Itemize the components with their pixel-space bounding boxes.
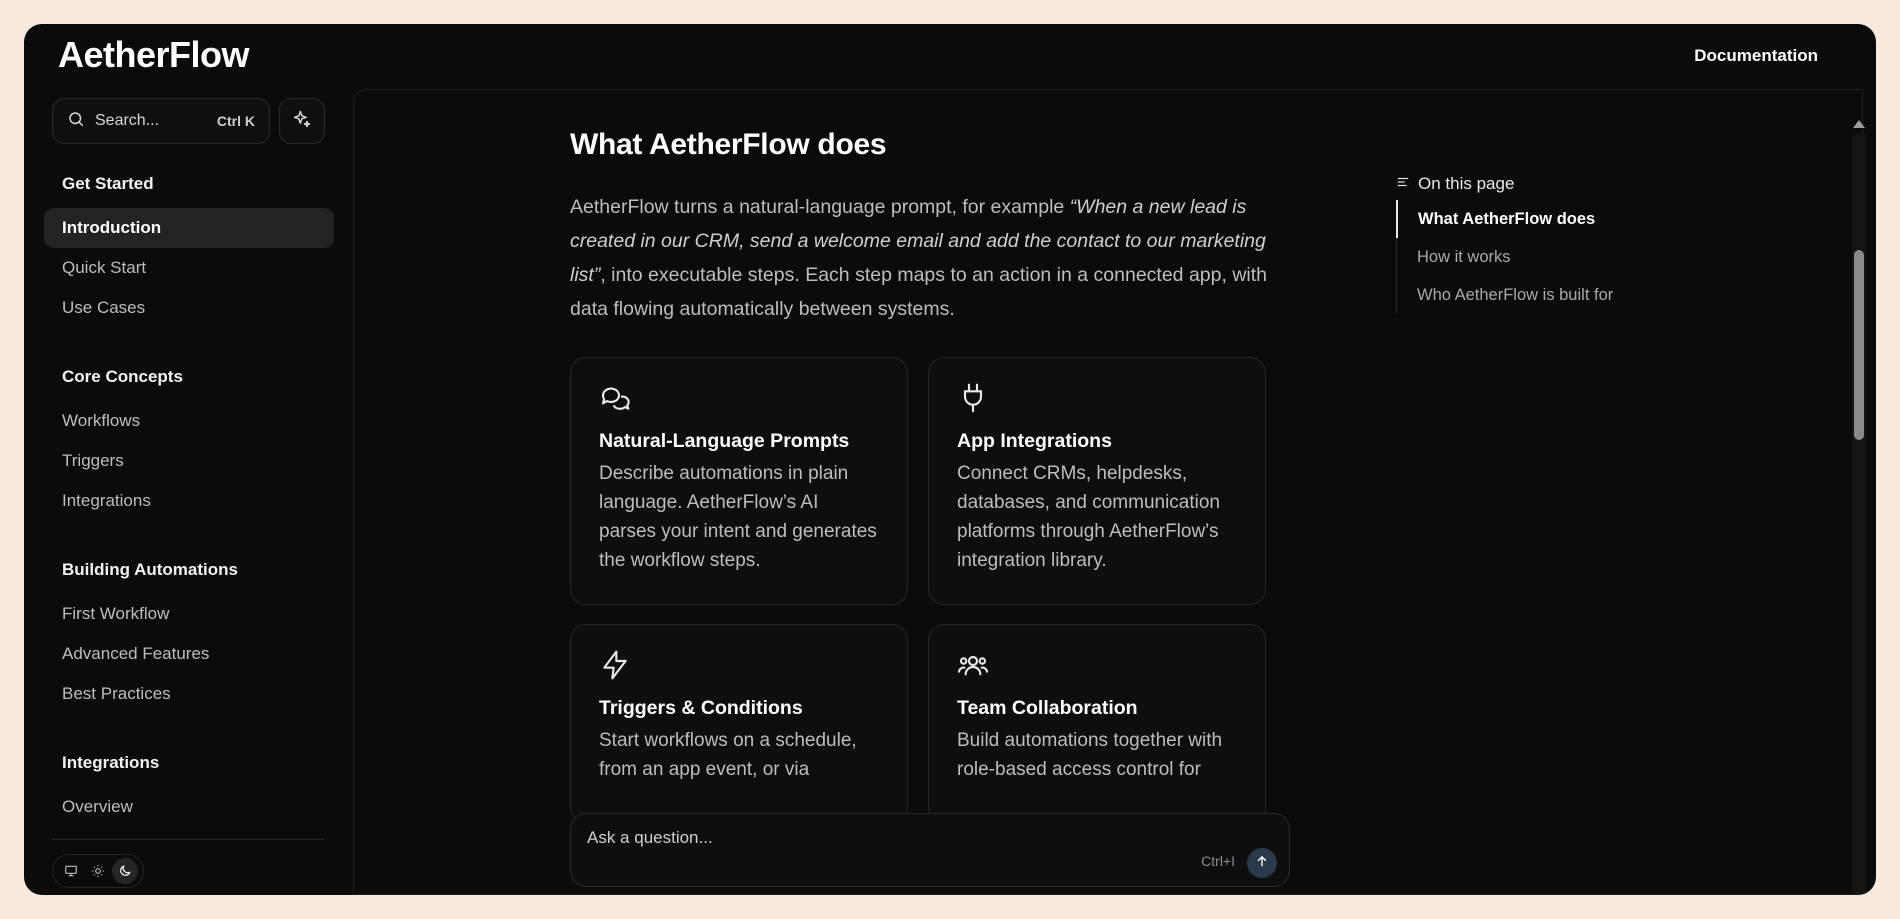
theme-toggle — [52, 854, 144, 888]
ai-assistant-button[interactable] — [279, 98, 325, 144]
intro-text-end: , into executable steps. Each step maps … — [570, 264, 1267, 320]
nav-heading-core-concepts: Core Concepts — [62, 367, 183, 386]
toc-heading-label: On this page — [1418, 174, 1515, 193]
moon-icon[interactable] — [112, 858, 139, 884]
intro-paragraph: AetherFlow turns a natural-language prom… — [570, 190, 1290, 326]
intro-text: AetherFlow turns a natural-language prom… — [570, 196, 1070, 218]
sparkle-icon — [292, 109, 312, 134]
nav-heading-building-automations: Building Automations — [62, 560, 238, 579]
card-description: Describe automations in plain language. … — [599, 463, 877, 571]
card-description: Start workflows on a schedule, from an a… — [599, 730, 857, 780]
sun-icon[interactable] — [85, 858, 111, 884]
toc-heading: On this page — [1396, 174, 1613, 194]
logo[interactable]: AetherFlow — [58, 34, 250, 76]
search-label: Search... — [95, 112, 160, 129]
feature-card-integrations: App Integrations Connect CRMs, helpdesks… — [928, 357, 1266, 605]
send-button[interactable] — [1247, 848, 1277, 878]
arrow-up-icon — [1255, 854, 1269, 873]
card-description: Build automations together with role-bas… — [957, 730, 1223, 780]
scrollbar-track[interactable] — [1852, 134, 1866, 894]
toc-item-how-it-works[interactable]: How it works — [1397, 238, 1613, 276]
sidebar-divider — [52, 839, 324, 840]
app-window: AetherFlow Documentation Search... Ctrl … — [24, 24, 1876, 895]
list-icon — [1396, 174, 1410, 194]
card-title: Team Collaboration — [957, 697, 1138, 719]
scrollbar-thumb[interactable] — [1854, 250, 1864, 440]
nav-heading-integrations: Integrations — [62, 753, 160, 772]
card-title: Natural-Language Prompts — [599, 430, 850, 452]
sidebar-item-overview[interactable]: Overview — [44, 787, 334, 827]
toc-list: What AetherFlow does How it works Who Ae… — [1396, 200, 1613, 314]
card-title: App Integrations — [957, 430, 1112, 452]
nav-heading-get-started: Get Started — [62, 174, 154, 193]
search-button[interactable]: Search... Ctrl K — [52, 98, 270, 144]
documentation-link[interactable]: Documentation — [1694, 46, 1818, 66]
scroll-up-arrow-icon[interactable] — [1853, 120, 1865, 128]
lightning-icon — [599, 649, 879, 683]
monitor-icon[interactable] — [58, 858, 84, 884]
sidebar-item-introduction[interactable]: Introduction — [44, 208, 334, 248]
scrollbar[interactable] — [1850, 116, 1868, 895]
ask-shortcut: Ctrl+I — [1201, 853, 1235, 869]
sidebar-item-triggers[interactable]: Triggers — [44, 441, 334, 481]
ask-question-box[interactable]: Ask a question... Ctrl+I — [570, 813, 1290, 887]
ask-input[interactable]: Ask a question... — [587, 828, 713, 848]
toc-item-who-its-for[interactable]: Who AetherFlow is built for — [1397, 276, 1613, 314]
chat-bubbles-icon — [599, 382, 879, 416]
sidebar-item-advanced-features[interactable]: Advanced Features — [44, 634, 334, 674]
card-title: Triggers & Conditions — [599, 697, 803, 719]
feature-card-collaboration: Team Collaboration Build automations tog… — [928, 624, 1266, 824]
sidebar-item-integrations[interactable]: Integrations — [44, 481, 334, 521]
sidebar-item-use-cases[interactable]: Use Cases — [44, 288, 334, 328]
users-icon — [957, 649, 1237, 683]
on-this-page: On this page What AetherFlow does How it… — [1396, 174, 1613, 314]
toc-item-what-aetherflow-does[interactable]: What AetherFlow does — [1396, 200, 1613, 238]
sidebar-item-workflows[interactable]: Workflows — [44, 401, 334, 441]
sidebar-item-first-workflow[interactable]: First Workflow — [44, 594, 334, 634]
search-icon — [67, 110, 85, 133]
search-shortcut: Ctrl K — [216, 113, 255, 129]
plug-icon — [957, 382, 1237, 416]
sidebar-item-quick-start[interactable]: Quick Start — [44, 248, 334, 288]
page-title: What AetherFlow does — [570, 128, 887, 161]
card-description: Connect CRMs, helpdesks, databases, and … — [957, 463, 1220, 571]
feature-card-prompts: Natural-Language Prompts Describe automa… — [570, 357, 908, 605]
feature-card-triggers: Triggers & Conditions Start workflows on… — [570, 624, 908, 824]
sidebar-item-best-practices[interactable]: Best Practices — [44, 674, 334, 714]
